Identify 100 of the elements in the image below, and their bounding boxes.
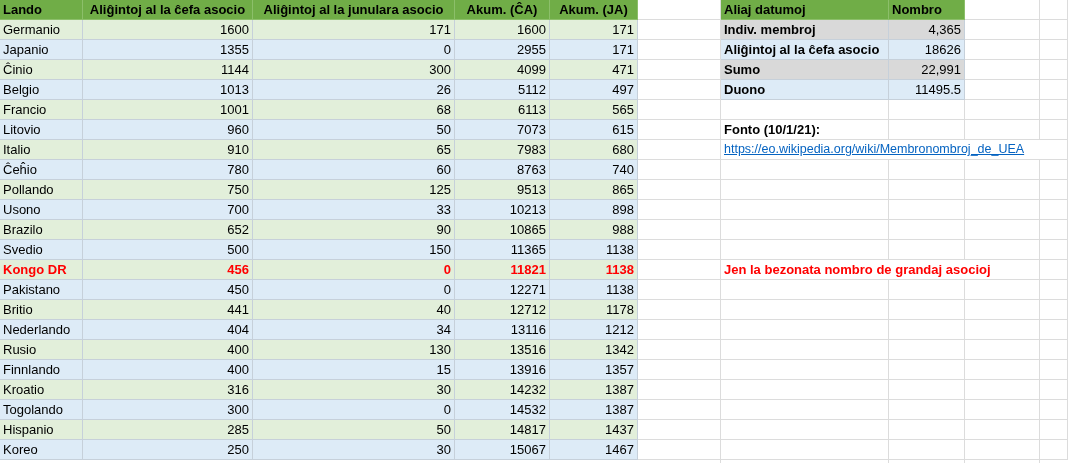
column-header: Akum. (JA) bbox=[550, 0, 638, 20]
table-cell: Sumo bbox=[721, 60, 889, 80]
table-cell: 50 bbox=[253, 120, 455, 140]
table-cell: 1144 bbox=[83, 60, 253, 80]
table-cell: 2955 bbox=[455, 40, 550, 60]
table-cell: 960 bbox=[83, 120, 253, 140]
table-cell: 34 bbox=[253, 320, 455, 340]
table-cell: 285 bbox=[83, 420, 253, 440]
table-cell: 12712 bbox=[455, 300, 550, 320]
table-cell: 68 bbox=[253, 100, 455, 120]
table-cell: 171 bbox=[550, 20, 638, 40]
table-cell: 565 bbox=[550, 100, 638, 120]
table-cell: 1357 bbox=[550, 360, 638, 380]
table-cell: 1467 bbox=[550, 440, 638, 460]
table-cell: Litovio bbox=[0, 120, 83, 140]
table-cell: 12271 bbox=[455, 280, 550, 300]
table-cell: 1387 bbox=[550, 400, 638, 420]
table-cell: 13116 bbox=[455, 320, 550, 340]
table-cell: Duono bbox=[721, 80, 889, 100]
table-cell: Finnlando bbox=[0, 360, 83, 380]
table-cell: Japanio bbox=[0, 40, 83, 60]
table-cell: 780 bbox=[83, 160, 253, 180]
table-cell: 1138 bbox=[550, 260, 638, 280]
table-cell: Pollando bbox=[0, 180, 83, 200]
table-cell: 1600 bbox=[455, 20, 550, 40]
table-cell: 300 bbox=[253, 60, 455, 80]
table-cell: 50 bbox=[253, 420, 455, 440]
table-cell: 1138 bbox=[550, 280, 638, 300]
table-cell: 250 bbox=[83, 440, 253, 460]
table-cell: 0 bbox=[253, 280, 455, 300]
table-cell: 10213 bbox=[455, 200, 550, 220]
table-cell: 441 bbox=[83, 300, 253, 320]
table-cell: 4099 bbox=[455, 60, 550, 80]
table-cell: 750 bbox=[83, 180, 253, 200]
table-cell: 497 bbox=[550, 80, 638, 100]
table-cell: 1178 bbox=[550, 300, 638, 320]
table-cell: Indiv. membroj bbox=[721, 20, 889, 40]
table-cell: 1138 bbox=[550, 240, 638, 260]
table-cell: 9513 bbox=[455, 180, 550, 200]
table-cell: Brazilo bbox=[0, 220, 83, 240]
table-cell: Kroatio bbox=[0, 380, 83, 400]
column-header: Akum. (ĈA) bbox=[455, 0, 550, 20]
table-cell: 471 bbox=[550, 60, 638, 80]
table-cell: 456 bbox=[83, 260, 253, 280]
column-header: Nombro bbox=[889, 0, 965, 20]
table-cell: 0 bbox=[253, 40, 455, 60]
table-cell: 171 bbox=[253, 20, 455, 40]
table-cell: 6113 bbox=[455, 100, 550, 120]
table-cell: 40 bbox=[253, 300, 455, 320]
table-cell: 700 bbox=[83, 200, 253, 220]
table-cell: 988 bbox=[550, 220, 638, 240]
table-cell: 910 bbox=[83, 140, 253, 160]
table-cell: 1387 bbox=[550, 380, 638, 400]
table-cell: 11821 bbox=[455, 260, 550, 280]
table-cell: Ĉeĥio bbox=[0, 160, 83, 180]
table-cell: 400 bbox=[83, 340, 253, 360]
table-cell: Pakistano bbox=[0, 280, 83, 300]
table-cell: 1437 bbox=[550, 420, 638, 440]
table-cell: Koreo bbox=[0, 440, 83, 460]
table-cell: 4,365 bbox=[889, 20, 965, 40]
column-header: Lando bbox=[0, 0, 83, 20]
table-cell: 404 bbox=[83, 320, 253, 340]
table-cell: 615 bbox=[550, 120, 638, 140]
table-cell: 18626 bbox=[889, 40, 965, 60]
table-cell: 652 bbox=[83, 220, 253, 240]
table-cell: 1342 bbox=[550, 340, 638, 360]
table-cell: 14532 bbox=[455, 400, 550, 420]
table-cell: Italio bbox=[0, 140, 83, 160]
table-cell: 125 bbox=[253, 180, 455, 200]
table-cell: 500 bbox=[83, 240, 253, 260]
column-header: Aliĝintoj al la ĉefa asocio bbox=[83, 0, 253, 20]
table-cell: Francio bbox=[0, 100, 83, 120]
table-cell: 300 bbox=[83, 400, 253, 420]
table-cell: 10865 bbox=[455, 220, 550, 240]
table-cell: 15067 bbox=[455, 440, 550, 460]
table-cell: Belgio bbox=[0, 80, 83, 100]
table-cell: 1355 bbox=[83, 40, 253, 60]
source-link[interactable]: https://eo.wikipedia.org/wiki/Membronombroj_de_UEA bbox=[721, 140, 1068, 160]
table-cell: 0 bbox=[253, 400, 455, 420]
table-cell: 60 bbox=[253, 160, 455, 180]
table-cell: 15 bbox=[253, 360, 455, 380]
table-cell: 7073 bbox=[455, 120, 550, 140]
table-cell: Usono bbox=[0, 200, 83, 220]
table-cell: Rusio bbox=[0, 340, 83, 360]
column-header: Aliaj datumoj bbox=[721, 0, 889, 20]
table-cell: 13516 bbox=[455, 340, 550, 360]
table-cell: 13916 bbox=[455, 360, 550, 380]
table-cell: Ĉinio bbox=[0, 60, 83, 80]
table-cell: 400 bbox=[83, 360, 253, 380]
table-cell: 11495.5 bbox=[889, 80, 965, 100]
table-cell: 130 bbox=[253, 340, 455, 360]
table-cell: Svedio bbox=[0, 240, 83, 260]
table-cell: 740 bbox=[550, 160, 638, 180]
table-cell: Aliĝintoj al la ĉefa asocio bbox=[721, 40, 889, 60]
table-cell: Togolando bbox=[0, 400, 83, 420]
table-cell: 90 bbox=[253, 220, 455, 240]
table-cell: 680 bbox=[550, 140, 638, 160]
table-cell: 33 bbox=[253, 200, 455, 220]
table-cell: Nederlando bbox=[0, 320, 83, 340]
table-cell: Hispanio bbox=[0, 420, 83, 440]
